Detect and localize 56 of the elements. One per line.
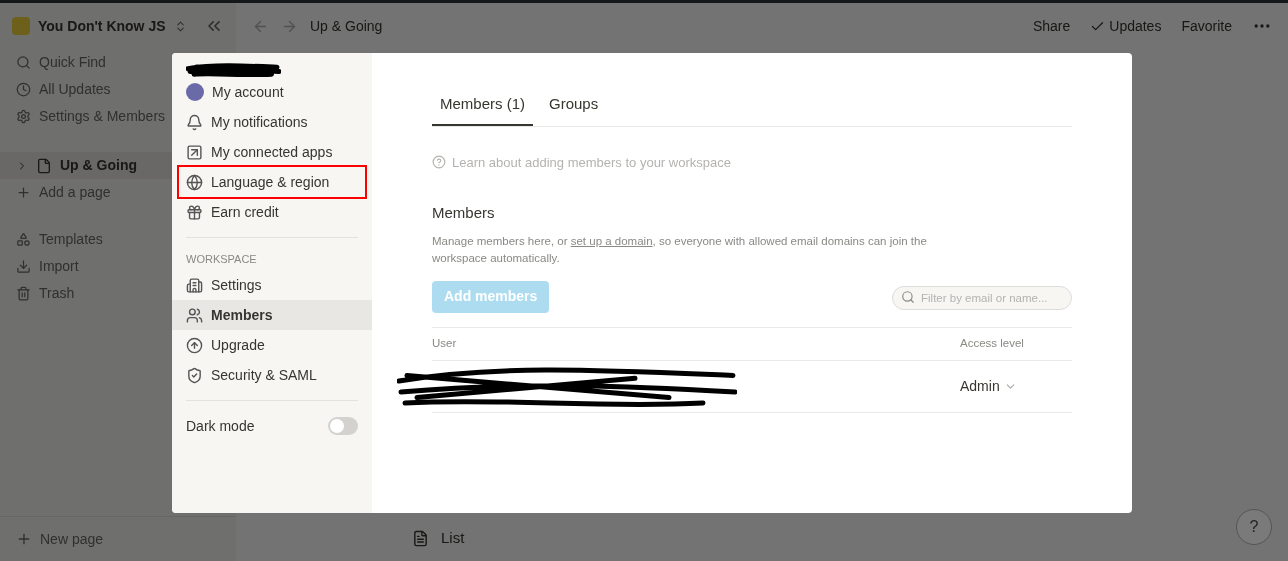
column-header: User [432, 335, 457, 351]
shield-icon [186, 366, 203, 384]
filter-field[interactable]: Filter by email or name... [892, 285, 1072, 310]
external-link-icon [186, 143, 203, 161]
tab[interactable]: Members (1) [432, 93, 533, 126]
sidebar-item[interactable]: All Updates [39, 79, 111, 100]
sidebar-item[interactable]: Quick Find [39, 52, 106, 73]
trash-icon [16, 286, 31, 301]
settings-menu-item[interactable]: Security & SAML [172, 360, 372, 390]
settings-menu-item[interactable]: Earn credit [179, 197, 365, 227]
page-icon [36, 157, 52, 174]
settings-menu-item[interactable]: Settings [172, 270, 372, 300]
avatar-icon [186, 83, 204, 101]
shapes-icon [16, 232, 31, 247]
building-icon [186, 276, 203, 294]
bell-icon [186, 113, 203, 131]
settings-menu-item[interactable]: Members [172, 300, 372, 330]
sidebar-item[interactable]: Trash [39, 283, 75, 304]
topbar-button[interactable]: Updates [1090, 15, 1162, 37]
topbar-button[interactable]: Share [1032, 15, 1071, 37]
column-header: Access level [960, 335, 1025, 351]
workspace-icon [12, 17, 30, 35]
settings-menu-item[interactable]: My notifications [179, 107, 365, 137]
globe-icon [186, 173, 203, 191]
settings-menu-item[interactable]: My account [179, 77, 365, 107]
gift-icon [186, 203, 203, 221]
list-icon [412, 530, 429, 547]
sidebar-item[interactable]: Import [39, 256, 79, 277]
search-icon [16, 55, 31, 70]
help-button[interactable]: ? [1236, 509, 1272, 545]
settings-menu-item[interactable]: Upgrade [172, 330, 372, 360]
help-icon [432, 155, 446, 170]
dark-mode-label: Dark mode [186, 416, 255, 436]
plus-icon [16, 185, 31, 200]
sidebar-item[interactable]: Templates [39, 229, 103, 250]
members-description: Manage members here, or set up a domain, so everyone with allowed email domains can join the workspace automatically. [432, 233, 928, 266]
plus-icon [16, 531, 32, 547]
section-label: WORKSPACE [185, 251, 258, 267]
new-page-button[interactable]: New page [40, 528, 104, 550]
breadcrumb[interactable]: Up & Going [310, 15, 383, 37]
settings-icon [16, 109, 31, 124]
clock-icon [16, 82, 31, 97]
access-level-dropdown[interactable]: Admin [960, 375, 1072, 397]
search-icon [901, 289, 915, 304]
topbar-button[interactable]: Favorite [1181, 15, 1232, 37]
people-icon [186, 306, 203, 324]
tab[interactable]: Groups [541, 93, 607, 126]
list-label[interactable]: List [441, 527, 465, 550]
upload-icon [186, 336, 203, 354]
members-heading: Members [432, 203, 496, 223]
download-icon [16, 259, 31, 274]
sidebar-item[interactable]: Settings & Members [39, 106, 166, 127]
learn-link[interactable]: Learn about adding members to your workspace [452, 152, 731, 172]
domain-link[interactable]: set up a domain [570, 234, 653, 247]
dark-mode-toggle[interactable] [328, 417, 358, 435]
workspace-name[interactable]: You Don't Know JS [38, 15, 166, 37]
